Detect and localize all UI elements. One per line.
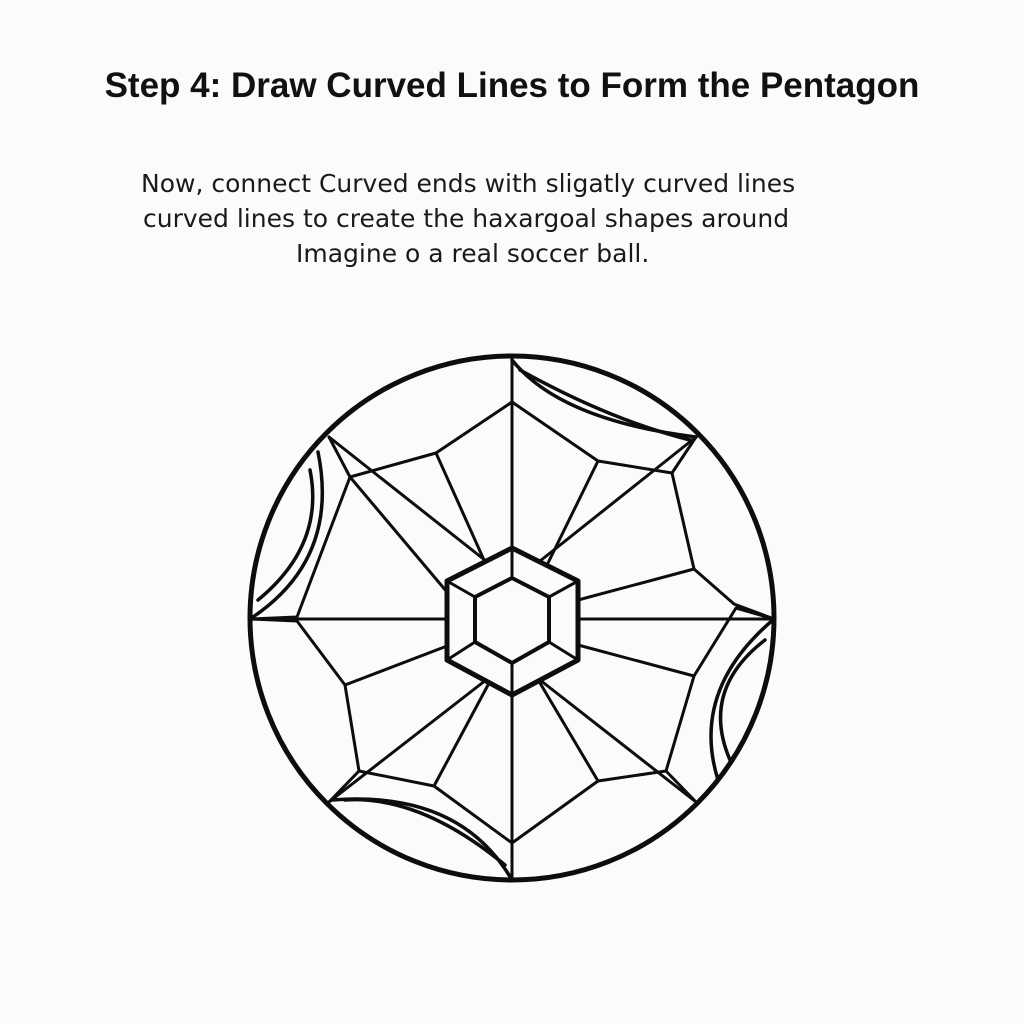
tutorial-page: Step 4: Draw Curved Lines to Form the Pe… bbox=[0, 0, 1024, 1024]
center-hexagon-inner bbox=[473, 576, 551, 665]
soccer-ball-diagram bbox=[247, 353, 777, 883]
